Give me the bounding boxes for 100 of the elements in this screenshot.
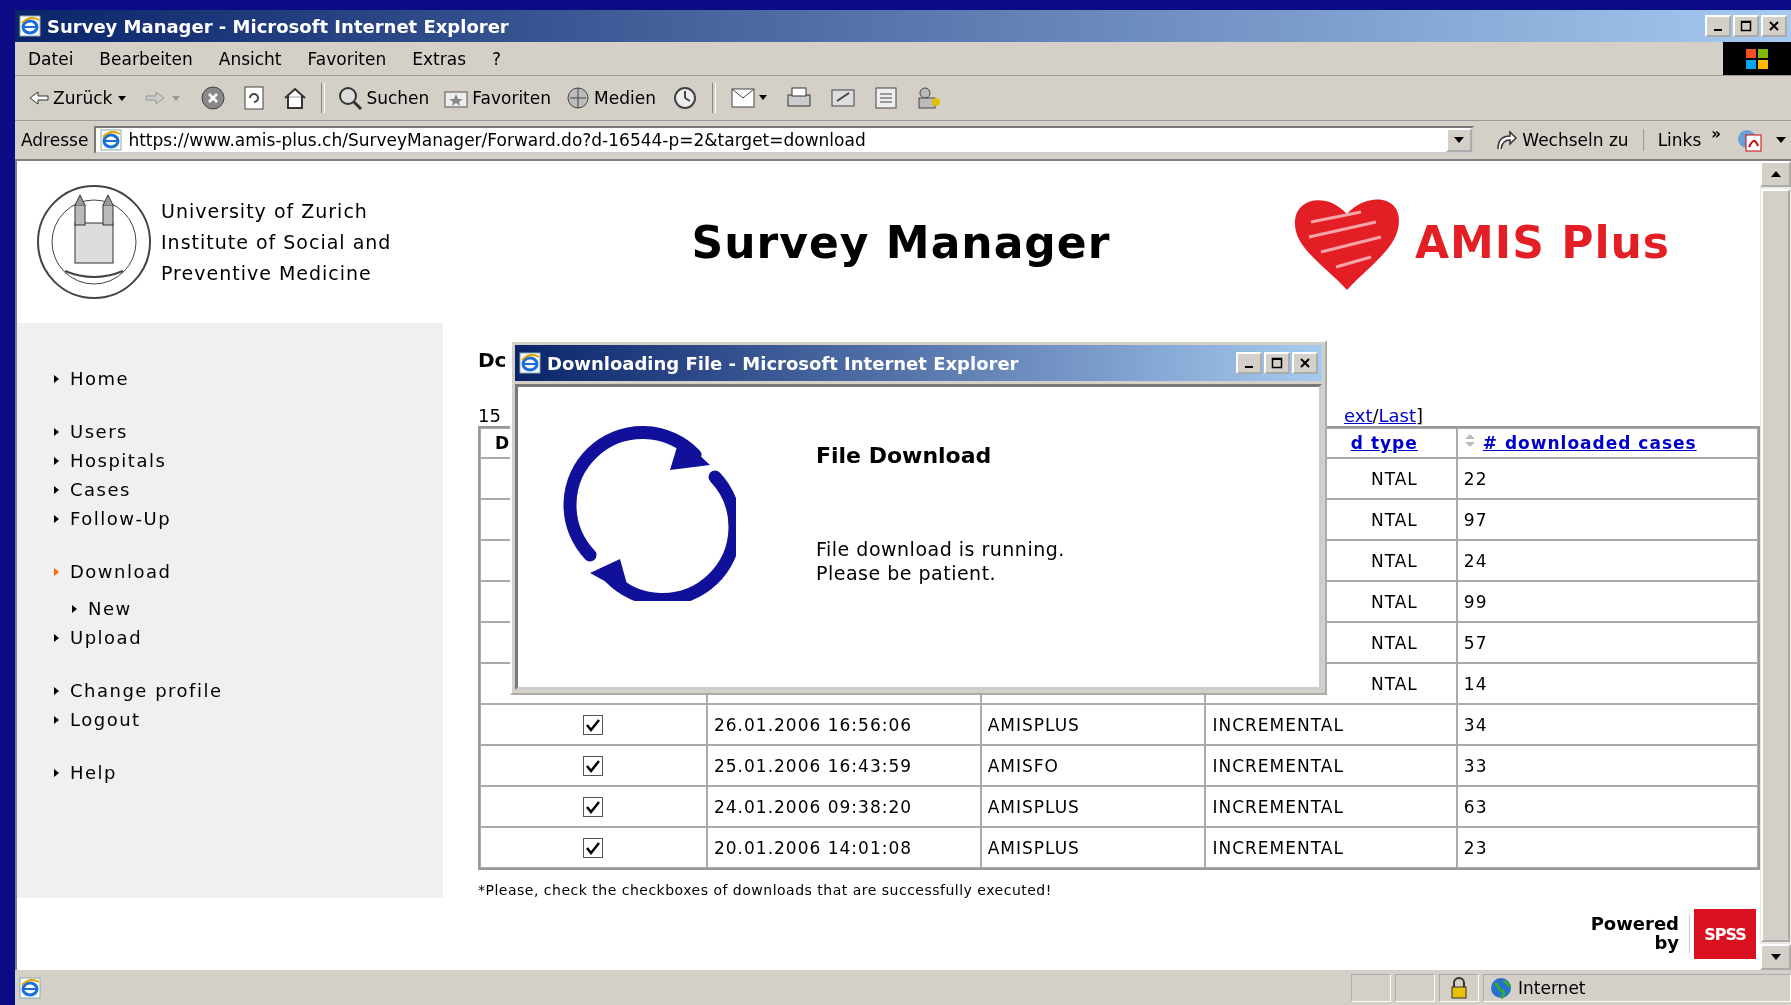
menu-item[interactable]: Bearbeiten (86, 48, 206, 69)
maximize-button[interactable] (1733, 15, 1759, 37)
table-cell: 24.01.2006 09:38:20 (706, 786, 981, 827)
separator-text: / (1372, 405, 1379, 426)
pagination-link[interactable]: ext (1344, 405, 1373, 426)
back-button[interactable]: Zurück (23, 86, 135, 110)
table-cell: 63 (1456, 786, 1758, 827)
column-header[interactable]: # downloaded cases (1456, 428, 1758, 458)
links-button[interactable]: Links (1649, 130, 1706, 150)
maximize-button[interactable] (1264, 352, 1290, 374)
table-cell: 33 (1456, 745, 1758, 786)
table-cell: 25.01.2006 16:43:59 (706, 745, 981, 786)
minimize-button[interactable] (1705, 15, 1731, 37)
status-panel (1351, 973, 1391, 1002)
refresh-button[interactable] (242, 85, 267, 111)
address-field[interactable]: https://www.amis-plus.ch/SurveyManager/Forward.do?d-16544-p=2&target=download (94, 126, 1475, 154)
address-label: Adresse (21, 130, 89, 150)
nav-link[interactable]: New (88, 598, 132, 619)
table-cell: INCREMENTAL (1205, 786, 1457, 827)
search-button[interactable]: Suchen (332, 83, 435, 113)
nav-link[interactable]: Help (70, 762, 118, 783)
more-chevron[interactable]: » (1711, 125, 1729, 143)
footnote-text: *Please, check the checkboxes of downloads that are successfully executed! (478, 882, 1053, 898)
table-cell: 97 (1456, 499, 1758, 540)
checkbox[interactable] (583, 756, 604, 776)
table-cell: AMISPLUS (980, 786, 1206, 827)
nav-link[interactable]: Upload (70, 627, 143, 648)
pagination-link[interactable]: Last (1378, 405, 1417, 426)
bracket-text: ] (1416, 405, 1424, 426)
nav-link[interactable]: Download (70, 561, 172, 582)
powered-by-text: Powered (1590, 915, 1679, 934)
checkbox[interactable] (583, 715, 604, 735)
table-cell: 57 (1456, 622, 1758, 663)
institution-name: Preventive Medicine (161, 262, 373, 284)
app-title: Survey Manager (690, 216, 1112, 268)
left-arrow-icon (28, 90, 50, 106)
menu-item[interactable]: Extras (399, 48, 479, 69)
window-title: Survey Manager - Microsoft Internet Explorer (47, 15, 510, 37)
dialog-title: Downloading File - Microsoft Internet Explorer (547, 352, 1020, 374)
dropdown-button[interactable] (1446, 128, 1473, 152)
table-cell: 14 (1456, 663, 1758, 704)
table-cell: INCREMENTAL (1205, 745, 1457, 786)
table-cell: INCREMENTAL (1205, 827, 1457, 868)
search-icon (337, 85, 364, 111)
result-count: 15 (478, 405, 502, 426)
minimize-button[interactable] (1236, 352, 1262, 374)
table-cell: 24 (1456, 540, 1758, 581)
institution-name: University of Zurich (161, 200, 369, 222)
checkbox[interactable] (583, 797, 604, 817)
globe-icon (565, 85, 592, 111)
menu-item[interactable]: Ansicht (205, 48, 295, 69)
scroll-down-button[interactable] (1760, 944, 1791, 970)
table-cell: 34 (1456, 704, 1758, 745)
lock-icon (1450, 976, 1468, 999)
nav-link[interactable]: Change profile (70, 680, 223, 701)
spss-logo: SPSS (1694, 909, 1756, 959)
caret-icon (1453, 136, 1466, 144)
minimize-icon (1714, 29, 1722, 31)
media-button[interactable]: Medien (560, 83, 661, 113)
stop-button[interactable] (200, 85, 227, 111)
page-heading: Dc (478, 348, 507, 374)
menu-item[interactable]: Datei (15, 48, 87, 69)
table-cell: 22 (1456, 458, 1758, 499)
table-cell: INCREMENTAL (1205, 704, 1457, 745)
nav-link[interactable]: Cases (70, 479, 131, 500)
status-panel (1395, 973, 1435, 1002)
powered-by-text: by (1654, 934, 1679, 953)
windows-logo (1723, 42, 1791, 75)
browser-icon (19, 15, 41, 37)
dialog-message: Please be patient. (816, 561, 998, 586)
close-button[interactable] (1292, 352, 1318, 374)
table-cell: 99 (1456, 581, 1758, 622)
document-button[interactable] (872, 85, 899, 111)
scroll-up-button[interactable] (1760, 161, 1791, 187)
nav-link[interactable]: Logout (70, 709, 141, 730)
checkbox[interactable] (583, 838, 604, 858)
maximize-icon (1740, 20, 1752, 32)
table-cell: AMISFO (980, 745, 1206, 786)
go-button[interactable]: Wechseln zu (1480, 129, 1644, 151)
dialog-heading: File Download (816, 443, 993, 468)
down-arrow-icon (1769, 953, 1782, 961)
refresh-arrows-icon (560, 425, 736, 601)
table-cell: 26.01.2006 16:56:06 (706, 704, 981, 745)
menu-item[interactable]: Favoriten (294, 48, 400, 69)
menu-item[interactable]: ? (479, 48, 515, 69)
page-icon (100, 129, 123, 151)
favorites-button[interactable]: Favoriten (438, 85, 557, 111)
nav-link[interactable]: Home (70, 368, 130, 389)
nav-link[interactable]: Users (70, 421, 128, 442)
table-cell: AMISPLUS (980, 704, 1206, 745)
mail-button[interactable] (728, 85, 769, 111)
status-page-icon (19, 976, 41, 999)
table-cell: 23 (1456, 827, 1758, 868)
nav-link[interactable]: Hospitals (70, 450, 167, 471)
table-cell: AMISPLUS (980, 827, 1206, 868)
nav-link[interactable]: Follow-Up (70, 508, 172, 529)
pdf-icon[interactable] (1735, 127, 1765, 153)
maximize-icon (1271, 357, 1283, 369)
security-zone: Internet (1518, 977, 1586, 998)
close-button[interactable] (1761, 15, 1787, 37)
